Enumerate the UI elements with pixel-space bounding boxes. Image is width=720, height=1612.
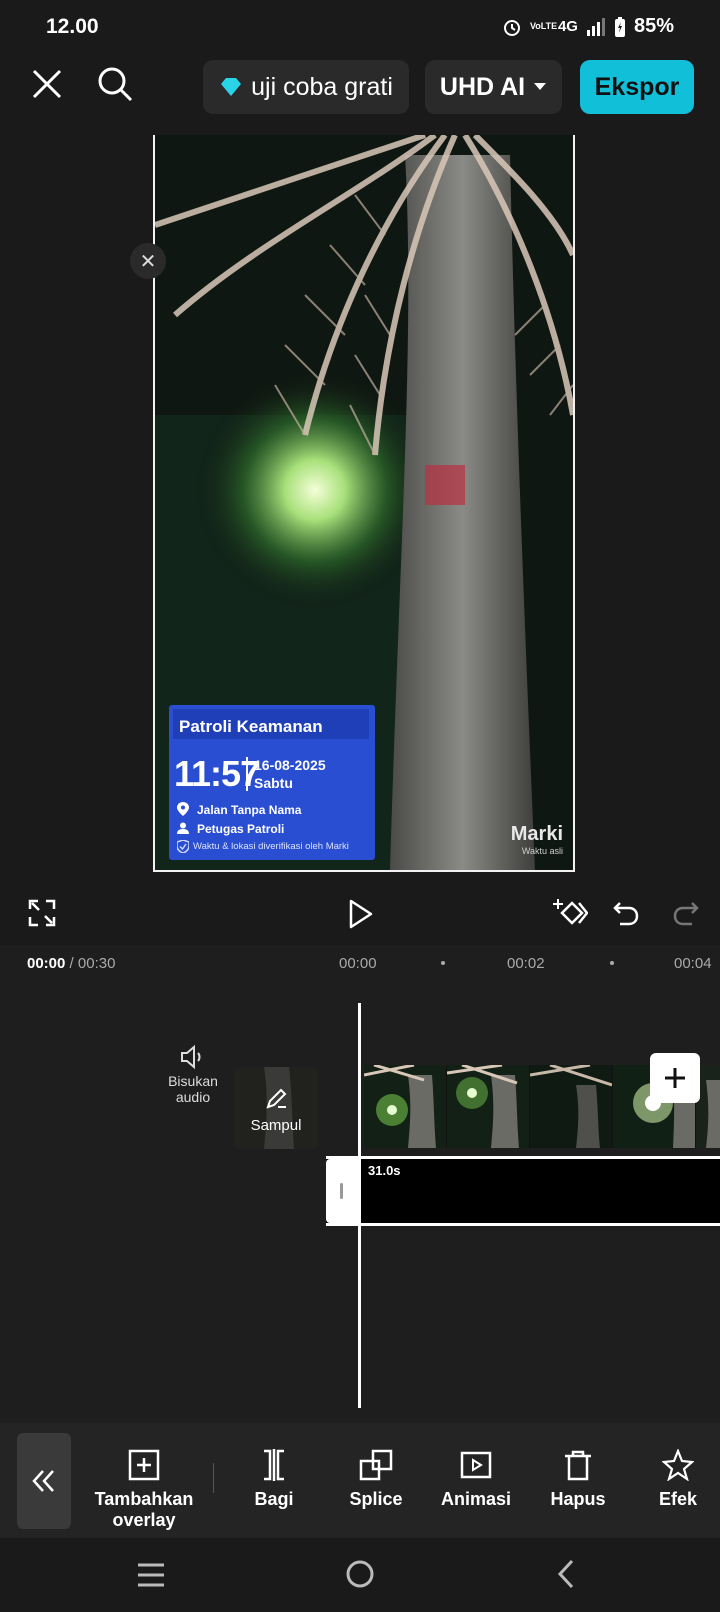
ruler-tick: 00:02 — [507, 955, 545, 972]
ruler-dot — [610, 961, 614, 965]
close-small-icon: ✕ — [139, 250, 157, 273]
splice-button[interactable]: Splice — [336, 1449, 416, 1510]
overlay-location: Jalan Tanpa Nama — [197, 803, 302, 817]
overlay-officer: Petugas Patroli — [197, 822, 285, 836]
playhead[interactable] — [358, 1003, 361, 1408]
overlay-track-clip[interactable]: 31.0s — [326, 1156, 720, 1226]
mute-audio-label: Bisukan audio — [168, 1073, 218, 1105]
patrol-info-overlay[interactable]: Patroli Keamanan 11:57 16-08-2025 Sabtu … — [169, 705, 375, 860]
overlay-date: 16-08-2025 — [254, 757, 326, 773]
shield-check-icon — [177, 840, 189, 853]
network-label: 4G — [557, 18, 578, 35]
add-clip-button[interactable] — [650, 1053, 700, 1103]
animation-icon — [460, 1451, 492, 1479]
overlay-divider — [246, 757, 248, 791]
splice-icon — [359, 1449, 393, 1481]
bottom-toolbar: Tambahkan overlay Bagi Splice Animasi Ha… — [0, 1423, 720, 1538]
timecode: 00:00 / 00:30 — [27, 955, 115, 972]
add-overlay-label: Tambahkan overlay — [94, 1489, 194, 1530]
quality-dropdown[interactable]: UHD AI — [425, 60, 562, 114]
handle-grip — [340, 1183, 343, 1199]
plus-icon — [665, 1068, 685, 1088]
signal-icon — [586, 17, 605, 36]
home-icon[interactable] — [344, 1558, 376, 1590]
animation-button[interactable]: Animasi — [436, 1449, 516, 1510]
player-controls — [0, 885, 720, 945]
volte-icon: VoLTE — [529, 21, 558, 31]
redo-icon[interactable] — [672, 899, 700, 927]
overlay-verified-note: Waktu & lokasi diverifikasi oleh Marki — [193, 841, 349, 852]
person-icon — [177, 822, 189, 834]
keyframe-icon[interactable] — [552, 897, 588, 929]
timeline: 00:00 / 00:30 00:00 00:02 00:04 Bisukan … — [0, 945, 720, 1423]
ruler-dot — [441, 961, 445, 965]
delete-button[interactable]: Hapus — [538, 1449, 618, 1510]
split-label: Bagi — [254, 1489, 294, 1509]
remove-overlay-handle[interactable]: ✕ — [130, 243, 166, 279]
search-icon[interactable] — [96, 65, 134, 103]
animation-label: Animasi — [440, 1489, 512, 1509]
fullscreen-icon[interactable] — [28, 899, 56, 927]
double-chevron-left-icon — [32, 1470, 54, 1492]
delete-label: Hapus — [550, 1489, 606, 1509]
overlay-day: Sabtu — [254, 775, 293, 791]
watermark-brand: Marki — [510, 823, 563, 845]
recent-apps-icon[interactable] — [136, 1562, 166, 1588]
edit-pencil-icon — [266, 1088, 287, 1109]
battery-percent: 85% — [633, 15, 674, 37]
effect-icon — [662, 1449, 694, 1481]
watermark-subtitle: Waktu asli — [521, 846, 563, 856]
clip-thumbnail — [447, 1065, 529, 1148]
diamond-icon — [221, 78, 242, 96]
watermark: Marki Waktu asli — [511, 823, 563, 856]
splice-label: Splice — [349, 1489, 403, 1509]
split-button[interactable]: Bagi — [236, 1449, 312, 1510]
video-preview[interactable]: Patroli Keamanan 11:57 16-08-2025 Sabtu … — [153, 135, 575, 872]
overlay-duration: 31.0s — [368, 1163, 401, 1178]
export-button[interactable]: Ekspor — [580, 60, 694, 114]
effect-label: Efek — [658, 1489, 698, 1509]
cover-button[interactable]: Sampul — [234, 1067, 318, 1149]
ruler-tick: 00:00 — [339, 955, 377, 972]
mute-audio-button[interactable]: Bisukan audio — [163, 1045, 223, 1105]
close-icon[interactable] — [30, 67, 64, 101]
current-time: 00:00 — [27, 955, 66, 972]
status-bar: 12.00 VoLTE 4G 85% — [0, 0, 720, 55]
status-icons: VoLTE 4G 85% — [502, 15, 674, 38]
status-time: 12.00 — [46, 15, 99, 38]
quality-label: UHD AI — [439, 72, 526, 101]
back-icon[interactable] — [556, 1558, 576, 1590]
free-trial-button[interactable]: uji coba grati — [203, 60, 409, 114]
split-icon — [264, 1449, 284, 1481]
delete-icon — [565, 1450, 591, 1481]
effect-button[interactable]: Efek — [642, 1449, 714, 1510]
free-trial-label: uji coba grati — [251, 72, 393, 101]
top-bar: uji coba grati UHD AI Ekspor — [0, 55, 720, 125]
trim-handle-left[interactable] — [326, 1159, 358, 1223]
clip-thumbnail — [364, 1065, 446, 1148]
collapse-toolbar-button[interactable] — [17, 1433, 71, 1529]
overlay-title: Patroli Keamanan — [179, 717, 323, 736]
add-overlay-button[interactable]: Tambahkan overlay — [88, 1449, 200, 1531]
location-pin-icon — [177, 802, 189, 816]
toolbar-divider — [213, 1463, 214, 1493]
ruler-tick: 00:04 — [674, 955, 712, 972]
add-overlay-icon — [128, 1449, 160, 1481]
alarm-icon — [503, 19, 520, 36]
play-icon[interactable] — [348, 899, 374, 929]
speaker-icon — [181, 1045, 201, 1069]
battery-icon — [614, 16, 625, 37]
undo-icon[interactable] — [612, 899, 640, 927]
cover-label: Sampul — [250, 1117, 302, 1134]
preview-area: Patroli Keamanan 11:57 16-08-2025 Sabtu … — [0, 125, 720, 885]
total-duration: / 00:30 — [69, 955, 116, 972]
system-nav-bar — [0, 1538, 720, 1612]
caret-down-icon — [534, 83, 547, 90]
clip-thumbnail — [530, 1065, 612, 1148]
